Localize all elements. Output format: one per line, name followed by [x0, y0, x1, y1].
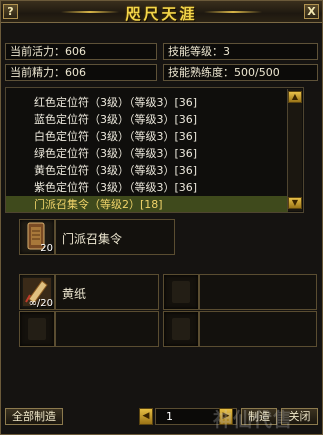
material-name-box: 黄纸 — [55, 274, 159, 310]
material-slot-empty[interactable] — [163, 274, 199, 310]
recipe-item[interactable]: 白色定位符（3级）（等级3）[36] — [6, 128, 288, 145]
crafting-window: ? 咫尺天涯 X 当前活力：606 技能等级：3 当前精力：606 技能熟练度：… — [0, 0, 323, 435]
recipe-list: 红色定位符（3级）（等级3）[36] 蓝色定位符（3级）（等级3）[36] 白色… — [5, 87, 304, 213]
scroll-down-icon[interactable]: ▼ — [288, 197, 302, 209]
scroll-up-icon[interactable]: ▲ — [288, 91, 302, 103]
product-count: 20 — [40, 243, 53, 254]
material-slot[interactable]: ∞/20 — [19, 274, 55, 310]
watermark-text: 神仙代售 — [213, 409, 294, 431]
prev-page-icon[interactable]: ◀ — [139, 408, 153, 425]
make-all-button[interactable]: 全部制造 — [5, 408, 63, 425]
title-ornament — [204, 11, 262, 13]
recipe-item-selected[interactable]: 门派召集令（等级2）[18] — [6, 196, 288, 212]
product-name-box: 门派召集令 — [55, 219, 175, 255]
material-count: ∞/20 — [28, 298, 53, 309]
product-name: 门派召集令 — [62, 232, 123, 246]
recipe-item[interactable]: 红色定位符（3级）（等级3）[36] — [6, 94, 288, 111]
close-icon[interactable]: X — [304, 4, 319, 19]
skill-level-stat: 技能等级：3 — [163, 43, 318, 60]
recipe-item[interactable]: 蓝色定位符（3级）（等级3）[36] — [6, 111, 288, 128]
product-slot[interactable]: 20 — [19, 219, 55, 255]
material-slot-empty[interactable] — [163, 311, 199, 347]
title-bar[interactable]: ? 咫尺天涯 X — [1, 1, 322, 23]
material-name-box-empty — [55, 311, 159, 347]
recipe-item[interactable]: 黄色定位符（3级）（等级3）[36] — [6, 162, 288, 179]
proficiency-stat: 技能熟练度：500/500 — [163, 64, 318, 81]
energy-stat: 当前精力：606 — [5, 64, 157, 81]
material-slot-empty[interactable] — [19, 311, 55, 347]
recipe-item[interactable]: 绿色定位符（3级）（等级3）[36] — [6, 145, 288, 162]
material-name: 黄纸 — [62, 287, 87, 301]
window-title: 咫尺天涯 — [125, 5, 198, 23]
recipe-scrollbar[interactable]: ▲ ▼ — [287, 89, 302, 211]
material-name-box-empty — [199, 274, 317, 310]
vitality-stat: 当前活力：606 — [5, 43, 157, 60]
recipe-item[interactable]: 紫色定位符（3级）（等级3）[36] — [6, 179, 288, 196]
material-name-box-empty — [199, 311, 317, 347]
